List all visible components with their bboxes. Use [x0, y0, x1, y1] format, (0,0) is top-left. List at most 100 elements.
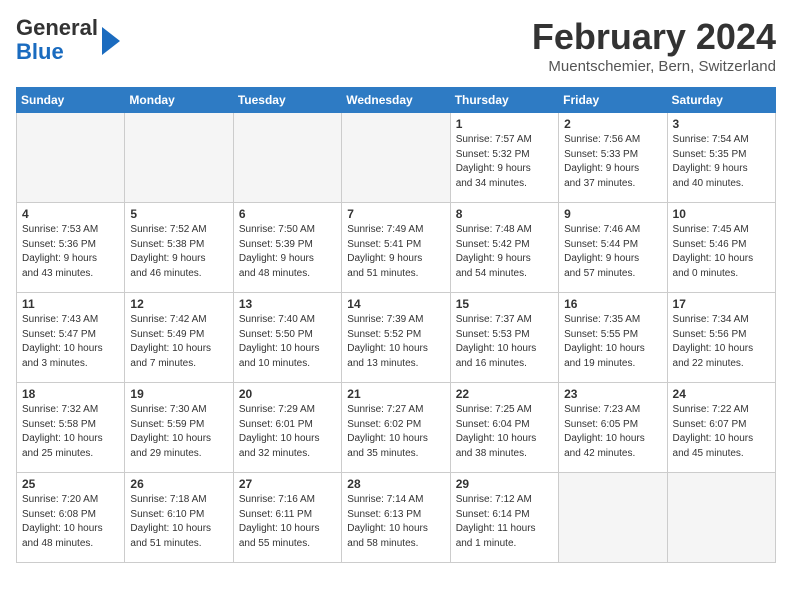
- day-number: 8: [456, 207, 553, 221]
- day-number: 29: [456, 477, 553, 491]
- calendar-day-cell: 9 Sunrise: 7:46 AM Sunset: 5:44 PM Daylig…: [559, 203, 667, 293]
- day-number: 17: [673, 297, 770, 311]
- day-number: 3: [673, 117, 770, 131]
- day-number: 5: [130, 207, 227, 221]
- day-info: Sunrise: 7:48 AM Sunset: 5:42 PM Dayligh…: [456, 223, 553, 281]
- day-number: 22: [456, 387, 553, 401]
- day-info: Sunrise: 7:18 AM Sunset: 6:10 PM Dayligh…: [130, 493, 227, 551]
- day-info: Sunrise: 7:52 AM Sunset: 5:38 PM Dayligh…: [130, 223, 227, 281]
- day-number: 19: [130, 387, 227, 401]
- day-number: 2: [564, 117, 661, 131]
- day-number: 28: [347, 477, 444, 491]
- calendar-day-cell: 19 Sunrise: 7:30 AM Sunset: 5:59 PM Dayli…: [125, 383, 233, 473]
- calendar-day-cell: 16 Sunrise: 7:35 AM Sunset: 5:55 PM Dayli…: [559, 293, 667, 383]
- calendar-weekday-header: Wednesday: [342, 88, 450, 113]
- day-number: 13: [239, 297, 336, 311]
- day-info: Sunrise: 7:34 AM Sunset: 5:56 PM Dayligh…: [673, 313, 770, 371]
- calendar-week-row: 11Sunrise: 7:43 AM Sunset: 5:47 PM Dayli…: [17, 293, 776, 383]
- calendar-day-cell: 29 Sunrise: 7:12 AM Sunset: 6:14 PM Dayli…: [450, 473, 558, 563]
- day-info: Sunrise: 7:57 AM Sunset: 5:32 PM Dayligh…: [456, 133, 553, 191]
- calendar-table: SundayMondayTuesdayWednesdayThursdayFrid…: [16, 87, 776, 563]
- calendar-day-cell: 22 Sunrise: 7:25 AM Sunset: 6:04 PM Dayli…: [450, 383, 558, 473]
- calendar-day-cell: [342, 113, 450, 203]
- calendar-day-cell: 13 Sunrise: 7:40 AM Sunset: 5:50 PM Dayli…: [233, 293, 341, 383]
- calendar-day-cell: 21 Sunrise: 7:27 AM Sunset: 6:02 PM Dayli…: [342, 383, 450, 473]
- calendar-weekday-header: Friday: [559, 88, 667, 113]
- calendar-day-cell: 24 Sunrise: 7:22 AM Sunset: 6:07 PM Dayli…: [667, 383, 775, 473]
- day-info: Sunrise: 7:12 AM Sunset: 6:14 PM Dayligh…: [456, 493, 553, 551]
- day-info: Sunrise: 7:25 AM Sunset: 6:04 PM Dayligh…: [456, 403, 553, 461]
- day-number: 23: [564, 387, 661, 401]
- calendar-day-cell: 20 Sunrise: 7:29 AM Sunset: 6:01 PM Dayli…: [233, 383, 341, 473]
- calendar-week-row: 25 Sunrise: 7:20 AM Sunset: 6:08 PM Dayli…: [17, 473, 776, 563]
- page-header: General Blue February 2024 Muentschemier…: [16, 16, 776, 75]
- day-info: Sunrise: 7:50 AM Sunset: 5:39 PM Dayligh…: [239, 223, 336, 281]
- calendar-week-row: 4 Sunrise: 7:53 AM Sunset: 5:36 PM Daylig…: [17, 203, 776, 293]
- day-info: Sunrise: 7:22 AM Sunset: 6:07 PM Dayligh…: [673, 403, 770, 461]
- calendar-day-cell: 23 Sunrise: 7:23 AM Sunset: 6:05 PM Dayli…: [559, 383, 667, 473]
- day-number: 21: [347, 387, 444, 401]
- day-info: Sunrise: 7:30 AM Sunset: 5:59 PM Dayligh…: [130, 403, 227, 461]
- day-info: Sunrise: 7:42 AM Sunset: 5:49 PM Dayligh…: [130, 313, 227, 371]
- location-subtitle: Muentschemier, Bern, Switzerland: [532, 58, 776, 75]
- calendar-day-cell: [125, 113, 233, 203]
- day-info: Sunrise: 7:14 AM Sunset: 6:13 PM Dayligh…: [347, 493, 444, 551]
- logo-arrow-icon: [102, 27, 120, 55]
- calendar-weekday-header: Monday: [125, 88, 233, 113]
- day-number: 11: [22, 297, 119, 311]
- calendar-day-cell: 15 Sunrise: 7:37 AM Sunset: 5:53 PM Dayli…: [450, 293, 558, 383]
- calendar-day-cell: 3Sunrise: 7:54 AM Sunset: 5:35 PM Daylig…: [667, 113, 775, 203]
- day-info: Sunrise: 7:29 AM Sunset: 6:01 PM Dayligh…: [239, 403, 336, 461]
- day-number: 1: [456, 117, 553, 131]
- day-number: 15: [456, 297, 553, 311]
- calendar-weekday-header: Saturday: [667, 88, 775, 113]
- day-info: Sunrise: 7:35 AM Sunset: 5:55 PM Dayligh…: [564, 313, 661, 371]
- day-number: 20: [239, 387, 336, 401]
- day-number: 18: [22, 387, 119, 401]
- day-info: Sunrise: 7:20 AM Sunset: 6:08 PM Dayligh…: [22, 493, 119, 551]
- calendar-body: 1 Sunrise: 7:57 AM Sunset: 5:32 PM Daylig…: [17, 113, 776, 563]
- calendar-day-cell: 17 Sunrise: 7:34 AM Sunset: 5:56 PM Dayli…: [667, 293, 775, 383]
- calendar-day-cell: 26Sunrise: 7:18 AM Sunset: 6:10 PM Dayli…: [125, 473, 233, 563]
- calendar-day-cell: 2 Sunrise: 7:56 AM Sunset: 5:33 PM Daylig…: [559, 113, 667, 203]
- calendar-day-cell: [233, 113, 341, 203]
- logo-text: General Blue: [16, 16, 98, 64]
- day-info: Sunrise: 7:23 AM Sunset: 6:05 PM Dayligh…: [564, 403, 661, 461]
- calendar-header-row: SundayMondayTuesdayWednesdayThursdayFrid…: [17, 88, 776, 113]
- day-info: Sunrise: 7:39 AM Sunset: 5:52 PM Dayligh…: [347, 313, 444, 371]
- day-info: Sunrise: 7:53 AM Sunset: 5:36 PM Dayligh…: [22, 223, 119, 281]
- calendar-day-cell: 11Sunrise: 7:43 AM Sunset: 5:47 PM Dayli…: [17, 293, 125, 383]
- calendar-day-cell: 25 Sunrise: 7:20 AM Sunset: 6:08 PM Dayli…: [17, 473, 125, 563]
- day-number: 14: [347, 297, 444, 311]
- day-info: Sunrise: 7:40 AM Sunset: 5:50 PM Dayligh…: [239, 313, 336, 371]
- day-info: Sunrise: 7:46 AM Sunset: 5:44 PM Dayligh…: [564, 223, 661, 281]
- calendar-day-cell: 28 Sunrise: 7:14 AM Sunset: 6:13 PM Dayli…: [342, 473, 450, 563]
- day-info: Sunrise: 7:56 AM Sunset: 5:33 PM Dayligh…: [564, 133, 661, 191]
- calendar-day-cell: 5 Sunrise: 7:52 AM Sunset: 5:38 PM Daylig…: [125, 203, 233, 293]
- calendar-day-cell: [667, 473, 775, 563]
- calendar-day-cell: 12Sunrise: 7:42 AM Sunset: 5:49 PM Dayli…: [125, 293, 233, 383]
- calendar-day-cell: [559, 473, 667, 563]
- calendar-day-cell: 6 Sunrise: 7:50 AM Sunset: 5:39 PM Daylig…: [233, 203, 341, 293]
- calendar-day-cell: 27 Sunrise: 7:16 AM Sunset: 6:11 PM Dayli…: [233, 473, 341, 563]
- day-number: 6: [239, 207, 336, 221]
- day-number: 9: [564, 207, 661, 221]
- day-info: Sunrise: 7:16 AM Sunset: 6:11 PM Dayligh…: [239, 493, 336, 551]
- day-number: 25: [22, 477, 119, 491]
- day-number: 24: [673, 387, 770, 401]
- day-info: Sunrise: 7:37 AM Sunset: 5:53 PM Dayligh…: [456, 313, 553, 371]
- day-number: 27: [239, 477, 336, 491]
- logo: General Blue: [16, 16, 120, 64]
- day-number: 4: [22, 207, 119, 221]
- day-info: Sunrise: 7:49 AM Sunset: 5:41 PM Dayligh…: [347, 223, 444, 281]
- day-info: Sunrise: 7:32 AM Sunset: 5:58 PM Dayligh…: [22, 403, 119, 461]
- day-number: 7: [347, 207, 444, 221]
- calendar-week-row: 1 Sunrise: 7:57 AM Sunset: 5:32 PM Daylig…: [17, 113, 776, 203]
- calendar-day-cell: [17, 113, 125, 203]
- calendar-day-cell: 10Sunrise: 7:45 AM Sunset: 5:46 PM Dayli…: [667, 203, 775, 293]
- day-info: Sunrise: 7:45 AM Sunset: 5:46 PM Dayligh…: [673, 223, 770, 281]
- calendar-day-cell: 8 Sunrise: 7:48 AM Sunset: 5:42 PM Daylig…: [450, 203, 558, 293]
- day-number: 16: [564, 297, 661, 311]
- calendar-weekday-header: Sunday: [17, 88, 125, 113]
- day-info: Sunrise: 7:27 AM Sunset: 6:02 PM Dayligh…: [347, 403, 444, 461]
